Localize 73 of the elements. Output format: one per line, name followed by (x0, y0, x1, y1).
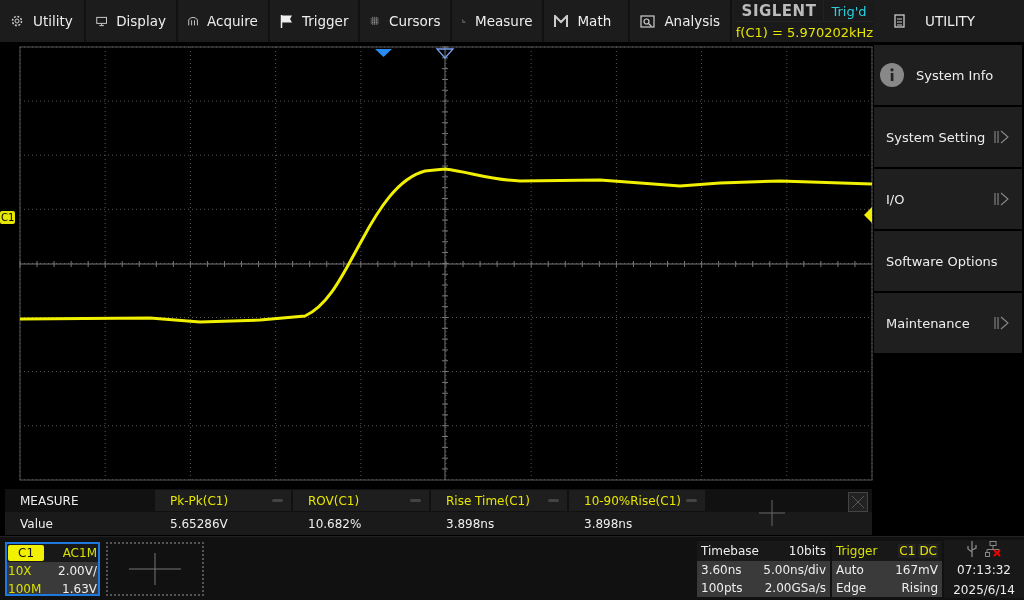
trigger-slope: Rising (901, 581, 938, 595)
row-label: Value (19, 516, 54, 531)
channel-card[interactable]: C1 AC1M 10X 2.00V/ 100M 1.63V (5, 542, 100, 596)
usb-icon (967, 541, 977, 557)
menu-tab[interactable]: Acquire (177, 0, 270, 42)
menu-tab[interactable]: Trigger (269, 0, 361, 42)
measurement-value: 3.898ns (445, 516, 496, 531)
gear-icon (10, 14, 24, 28)
handle-icon[interactable] (686, 499, 697, 502)
trigger-type: Edge (836, 581, 867, 595)
monitor-icon (95, 14, 108, 28)
trigger-position-icon (375, 49, 392, 57)
panel-title: UTILITY (925, 13, 976, 29)
grid-icon (370, 14, 381, 28)
magnifier-chart-icon (640, 14, 656, 28)
measure-title: MEASURE (19, 493, 80, 508)
trigger-delay: 3.60ns (701, 563, 742, 577)
menu-item[interactable]: I/O (874, 169, 1022, 229)
timebase-title: Timebase (701, 544, 759, 558)
handle-icon[interactable] (272, 499, 283, 502)
menu-tab[interactable]: Display (85, 0, 178, 42)
menu-tab[interactable]: Cursors (360, 0, 453, 42)
clock-time: 07:13:32 (957, 563, 1011, 577)
trigger-status: Trig'd (824, 1, 874, 21)
sample-rate: 2.00GSa/s (764, 581, 826, 595)
channel-coupling: AC1M (62, 546, 97, 560)
arch-icon (187, 14, 199, 28)
handle-icon[interactable] (548, 499, 559, 502)
flag-icon (279, 14, 293, 28)
submenu-arrow-icon (994, 192, 1010, 206)
measurement-value: 5.65286V (169, 516, 229, 531)
timebase-panel[interactable]: Timebase 10bits 3.60ns 5.00ns/div 100pts 2.00GSa/s (697, 541, 830, 597)
close-icon[interactable] (848, 492, 868, 512)
info-icon (880, 63, 904, 87)
measurement-value: 10.682% (307, 516, 363, 531)
math-icon (554, 14, 569, 28)
menu-tab[interactable]: Analysis (630, 0, 732, 42)
measurement-value: 3.898ns (583, 516, 634, 531)
submenu-arrow-icon (994, 130, 1010, 144)
memory-depth: 100pts (701, 581, 743, 595)
menu-tab[interactable]: Math (544, 0, 631, 42)
trigger-source: C1 (898, 544, 917, 558)
channel-marker: C1 (0, 211, 16, 224)
submenu-arrow-icon (994, 316, 1010, 330)
menu-item[interactable]: Software Options (874, 231, 1022, 291)
menu-item[interactable]: System Info (874, 45, 1022, 105)
trigger-coupling: DC (918, 544, 938, 558)
add-channel-slot[interactable] (106, 542, 204, 596)
clock-date: 2025/6/14 (953, 583, 1015, 597)
frequency-readout: f(C1) = 5.970202kHz (735, 22, 874, 42)
clipboard-icon (894, 14, 905, 28)
trigger-mode: Auto (836, 563, 864, 577)
trigger-level: 167mV (895, 563, 938, 577)
trigger-title: Trigger (836, 544, 878, 558)
time-reference-icon (435, 48, 455, 59)
probe-ratio: 10X (8, 564, 32, 578)
menu-item[interactable]: Maintenance (874, 293, 1022, 353)
menu-item[interactable]: System Setting (874, 107, 1022, 167)
vertical-offset: 1.63V (62, 582, 97, 596)
network-disconnected-icon (985, 541, 1001, 557)
trigger-level-icon (864, 207, 872, 223)
channel-name: C1 (8, 545, 44, 561)
brand-logo: SIGLENT (735, 1, 823, 21)
handle-icon[interactable] (410, 499, 421, 502)
adc-resolution: 10bits (788, 544, 826, 558)
bandwidth-limit: 100M (8, 582, 42, 596)
trigger-panel[interactable]: Trigger C1 DC Auto 167mV Edge Rising (832, 541, 942, 597)
time-scale: 5.00ns/div (763, 563, 826, 577)
add-icon (129, 553, 181, 585)
menu-tab[interactable]: Utility (0, 0, 86, 42)
vertical-scale: 2.00V/ (58, 564, 97, 578)
menu-tab[interactable]: Measure (452, 0, 545, 42)
add-icon[interactable] (759, 500, 785, 526)
